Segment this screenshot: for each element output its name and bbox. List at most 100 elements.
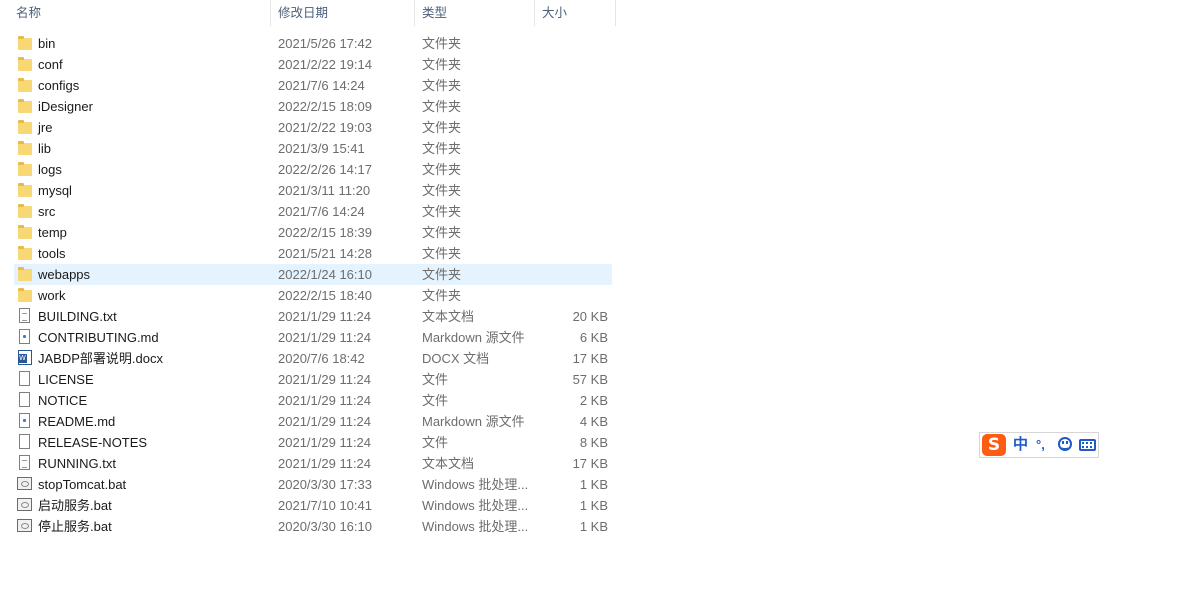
file-modified-date: 2021/1/29 11:24 [278,309,372,324]
file-type: DOCX 文档 [422,351,490,366]
file-type: Windows 批处理... [422,477,529,492]
file-type: 文件 [422,372,449,387]
file-name[interactable]: NOTICE [38,390,87,411]
file-name[interactable]: stopTomcat.bat [38,474,126,495]
file-icon [17,434,33,451]
column-header-date[interactable]: 修改日期 [272,0,415,26]
file-name[interactable]: tools [38,243,65,264]
file-name[interactable]: iDesigner [38,96,93,117]
file-modified-date: 2022/2/15 18:09 [278,99,372,114]
file-type: 文件夹 [422,120,462,135]
file-row[interactable]: work 2022/2/15 18:40 文件夹 [0,285,616,306]
smiley-icon[interactable] [1058,437,1072,451]
ime-mode-toggle[interactable]: 中 [1013,433,1028,457]
file-row[interactable]: conf 2021/2/22 19:14 文件夹 [0,54,616,75]
file-modified-date: 2021/7/10 10:41 [278,498,372,513]
file-size: 1 KB [579,519,608,534]
file-explorer: 名称 ^ 修改日期 类型 大小 bin 2021/5/26 17:42 文件夹 con… [0,0,1188,612]
file-row[interactable]: jre 2021/2/22 19:03 文件夹 [0,117,616,138]
folder-icon [17,224,33,241]
file-row[interactable]: BUILDING.txt 2021/1/29 11:24 文本文档 20 KB [0,306,616,327]
file-type: 文件夹 [422,57,462,72]
file-size: 57 KB [572,372,608,387]
file-name[interactable]: LICENSE [38,369,94,390]
file-size [536,117,608,138]
file-name[interactable]: CONTRIBUTING.md [38,327,159,348]
file-name[interactable]: webapps [38,264,90,285]
file-name[interactable]: BUILDING.txt [38,306,117,327]
file-row[interactable]: temp 2022/2/15 18:39 文件夹 [0,222,616,243]
markdown-file-icon [17,413,33,430]
file-row[interactable]: tools 2021/5/21 14:28 文件夹 [0,243,616,264]
keyboard-icon[interactable] [1079,439,1096,451]
file-row[interactable]: 停止服务.bat 2020/3/30 16:10 Windows 批处理... 1 K… [0,516,616,537]
file-name[interactable]: lib [38,138,51,159]
file-row[interactable]: stopTomcat.bat 2020/3/30 17:33 Windows 批处理… [0,474,616,495]
file-name[interactable]: 启动服务.bat [38,495,112,516]
sogou-logo-icon[interactable]: S [982,434,1006,456]
file-name[interactable]: mysql [38,180,72,201]
file-row[interactable]: LICENSE 2021/1/29 11:24 文件 57 KB [0,369,616,390]
file-size [536,75,608,96]
file-name[interactable]: RELEASE-NOTES [38,432,147,453]
file-name[interactable]: bin [38,33,55,54]
file-row[interactable]: lib 2021/3/9 15:41 文件夹 [0,138,616,159]
file-name[interactable]: README.md [38,411,115,432]
file-name[interactable]: work [38,285,65,306]
file-name[interactable]: JABDP部署说明.docx [38,348,163,369]
file-name[interactable]: temp [38,222,67,243]
file-modified-date: 2022/2/15 18:39 [278,225,372,240]
file-name[interactable]: RUNNING.txt [38,453,116,474]
file-modified-date: 2021/2/22 19:03 [278,120,372,135]
ime-punctuation-toggle[interactable]: °, [1036,433,1045,457]
file-size [536,33,608,54]
file-row[interactable]: RUNNING.txt 2021/1/29 11:24 文本文档 17 KB [0,453,616,474]
file-name[interactable]: configs [38,75,79,96]
file-row[interactable]: JABDP部署说明.docx 2020/7/6 18:42 DOCX 文档 17 KB [0,348,616,369]
file-row[interactable]: 启动服务.bat 2021/7/10 10:41 Windows 批处理... 1 K… [0,495,616,516]
file-row[interactable]: configs 2021/7/6 14:24 文件夹 [0,75,616,96]
column-header-type[interactable]: 类型 [416,0,535,26]
file-modified-date: 2021/2/22 19:14 [278,57,372,72]
file-row[interactable]: bin 2021/5/26 17:42 文件夹 [0,33,616,54]
file-name[interactable]: jre [38,117,52,138]
column-size-label: 大小 [542,6,568,20]
file-icon [17,392,33,409]
file-modified-date: 2020/3/30 16:10 [278,519,372,534]
file-row[interactable]: README.md 2021/1/29 11:24 Markdown 源文件 4 KB [0,411,616,432]
folder-icon [17,56,33,73]
batch-file-icon [17,476,33,493]
file-name[interactable]: 停止服务.bat [38,516,112,537]
file-row[interactable]: RELEASE-NOTES 2021/1/29 11:24 文件 8 KB [0,432,616,453]
file-row[interactable]: iDesigner 2022/2/15 18:09 文件夹 [0,96,616,117]
file-size [536,243,608,264]
folder-icon [17,182,33,199]
batch-file-icon [17,497,33,514]
file-size: 4 KB [579,414,608,429]
file-type: 文件 [422,435,449,450]
file-row[interactable]: mysql 2021/3/11 11:20 文件夹 [0,180,616,201]
column-header-size[interactable]: 大小 [536,0,616,26]
column-name-label: 名称 [16,6,42,20]
file-name[interactable]: src [38,201,55,222]
file-size: 1 KB [579,477,608,492]
file-row[interactable]: src 2021/7/6 14:24 文件夹 [0,201,616,222]
file-name[interactable]: logs [38,159,62,180]
file-modified-date: 2021/3/9 15:41 [278,141,365,156]
file-modified-date: 2021/1/29 11:24 [278,456,372,471]
markdown-file-icon [17,329,33,346]
folder-icon [17,266,33,283]
file-row[interactable]: NOTICE 2021/1/29 11:24 文件 2 KB [0,390,616,411]
folder-icon [17,35,33,52]
file-name[interactable]: conf [38,54,63,75]
file-size [536,159,608,180]
file-type: 文本文档 [422,456,475,471]
column-header-name[interactable]: 名称 ^ [10,0,271,26]
file-row[interactable]: CONTRIBUTING.md 2021/1/29 11:24 Markdown 源… [0,327,616,348]
file-row[interactable]: webapps 2022/1/24 16:10 文件夹 [0,264,616,285]
file-modified-date: 2021/1/29 11:24 [278,330,372,345]
file-modified-date: 2021/1/29 11:24 [278,414,372,429]
file-size: 2 KB [579,393,608,408]
file-type: 文件夹 [422,183,462,198]
file-row[interactable]: logs 2022/2/26 14:17 文件夹 [0,159,616,180]
